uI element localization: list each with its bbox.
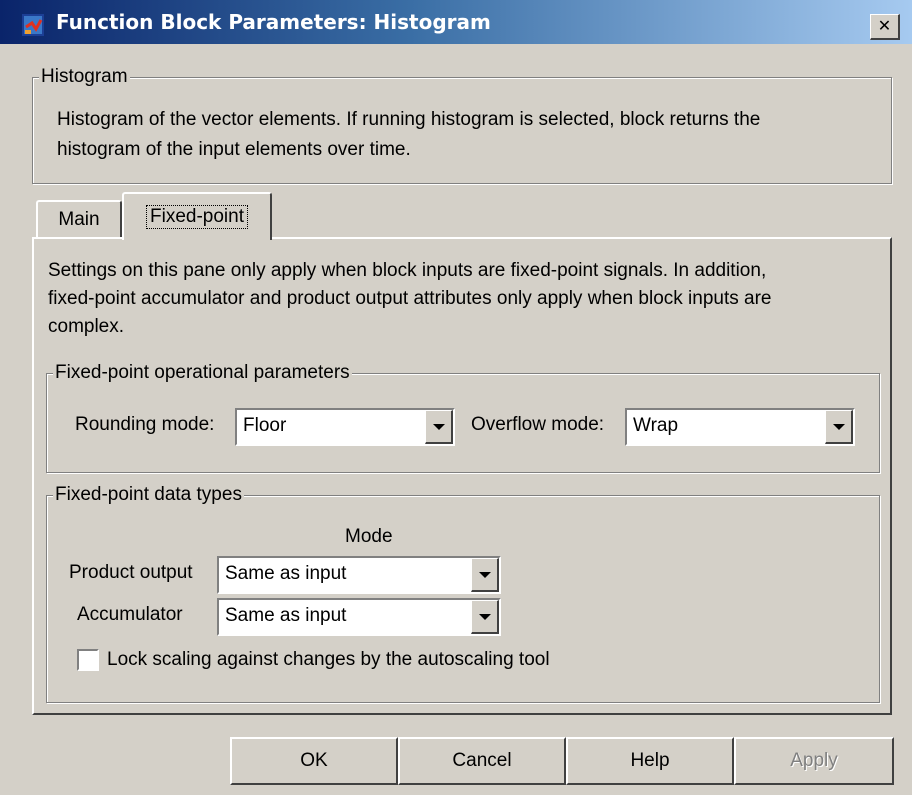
simulink-block-icon	[22, 14, 44, 36]
cancel-button-label: Cancel	[452, 750, 512, 771]
chevron-down-icon	[478, 571, 491, 578]
accumulator-dropdown[interactable]: Same as input	[217, 598, 501, 636]
pane-description-line-2: fixed-point accumulator and product outp…	[48, 288, 772, 309]
tab-fixed-point[interactable]: Fixed-point	[122, 192, 272, 240]
data-types-legend: Fixed-point data types	[53, 484, 244, 506]
rounding-mode-dropdown[interactable]: Floor	[235, 408, 455, 446]
overflow-mode-dropdown[interactable]: Wrap	[625, 408, 855, 446]
apply-button[interactable]: Apply	[734, 737, 894, 785]
product-output-label: Product output	[69, 562, 193, 583]
product-output-dropdown-arrow[interactable]	[471, 558, 499, 592]
data-types-groupbox: Fixed-point data types Mode Product outp…	[46, 484, 880, 703]
mode-column-header: Mode	[345, 526, 393, 547]
pane-description-line-1: Settings on this pane only apply when bl…	[48, 260, 767, 281]
tab-main[interactable]: Main	[36, 200, 122, 238]
help-button[interactable]: Help	[566, 737, 734, 785]
tab-fixed-point-label: Fixed-point	[146, 205, 248, 229]
operational-parameters-legend: Fixed-point operational parameters	[53, 362, 352, 384]
accumulator-value: Same as input	[225, 605, 347, 626]
rounding-mode-value: Floor	[243, 415, 287, 436]
overflow-mode-dropdown-arrow[interactable]	[825, 410, 853, 444]
help-button-label: Help	[630, 750, 670, 771]
product-output-dropdown[interactable]: Same as input	[217, 556, 501, 594]
close-icon: ✕	[877, 17, 892, 35]
fixed-point-tab-panel: Settings on this pane only apply when bl…	[32, 237, 892, 715]
chevron-down-icon	[432, 423, 445, 430]
lock-scaling-label[interactable]: Lock scaling against changes by the auto…	[107, 647, 550, 673]
operational-parameters-groupbox: Fixed-point operational parameters Round…	[46, 362, 880, 473]
window-title: Function Block Parameters: Histogram	[56, 10, 491, 34]
block-description-line-2: histogram of the input elements over tim…	[57, 139, 411, 160]
histogram-group-legend: Histogram	[39, 66, 130, 88]
rounding-mode-dropdown-arrow[interactable]	[425, 410, 453, 444]
overflow-mode-value: Wrap	[633, 415, 679, 436]
accumulator-dropdown-arrow[interactable]	[471, 600, 499, 634]
histogram-groupbox: Histogram Histogram of the vector elemen…	[32, 66, 892, 184]
chevron-down-icon	[832, 423, 845, 430]
title-bar[interactable]: Function Block Parameters: Histogram ✕	[0, 0, 912, 44]
block-description-line-1: Histogram of the vector elements. If run…	[57, 109, 761, 130]
pane-description-line-3: complex.	[48, 316, 125, 337]
cancel-button[interactable]: Cancel	[398, 737, 566, 785]
apply-button-label: Apply	[790, 750, 838, 771]
accumulator-label: Accumulator	[77, 604, 183, 625]
tab-main-label: Main	[58, 209, 100, 230]
ok-button[interactable]: OK	[230, 737, 398, 785]
overflow-mode-label: Overflow mode:	[471, 414, 605, 435]
product-output-value: Same as input	[225, 563, 347, 584]
dialog-window: Function Block Parameters: Histogram ✕ H…	[0, 0, 912, 795]
rounding-mode-label: Rounding mode:	[75, 414, 215, 435]
ok-button-label: OK	[300, 750, 328, 771]
close-button[interactable]: ✕	[870, 14, 900, 40]
lock-scaling-checkbox[interactable]	[77, 649, 99, 671]
chevron-down-icon	[478, 613, 491, 620]
